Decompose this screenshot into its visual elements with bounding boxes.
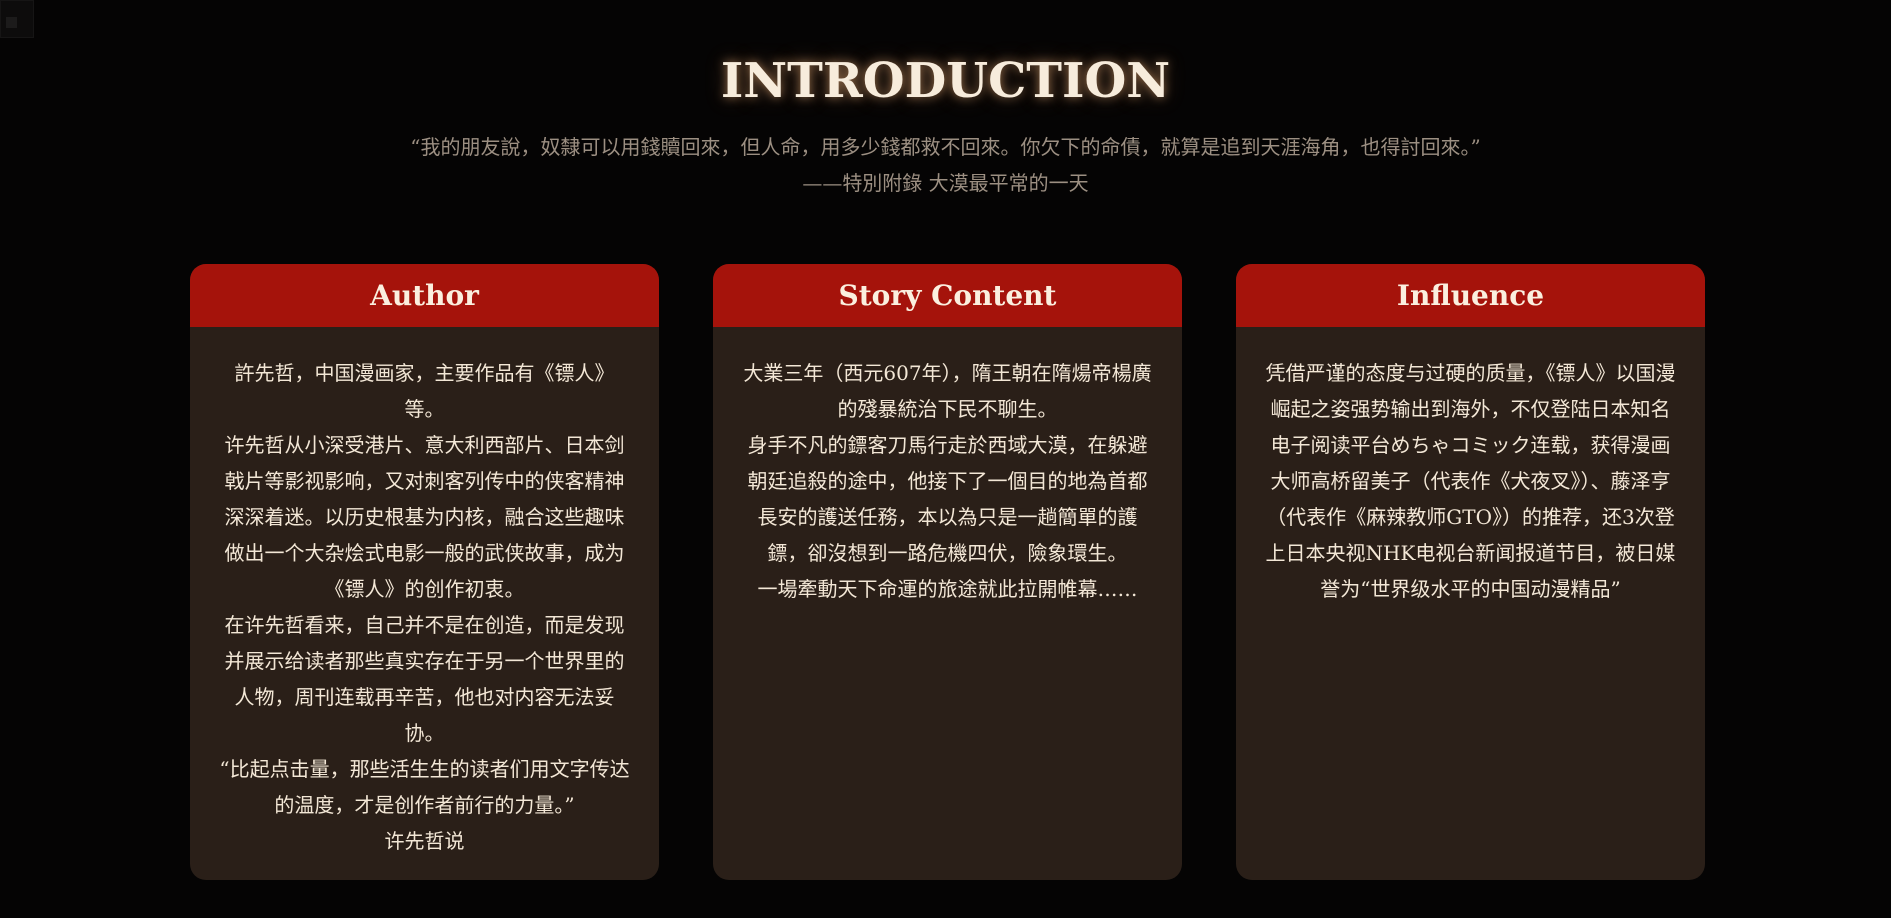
card-paragraph: 身手不凡的鏢客刀馬行走於西域大漠，在躲避朝廷追殺的途中，他接下了一個目的地為首都… [747, 433, 1148, 565]
author-card: Author 許先哲，中国漫画家，主要作品有《镖人》等。 许先哲从小深受港片、意… [190, 264, 659, 880]
card-paragraph: 许先哲从小深受港片、意大利西部片、日本剑戟片等影视影响，又对刺客列传中的侠客精神… [224, 433, 625, 601]
menu-square-icon [6, 17, 17, 28]
card-paragraph: 大業三年（西元607年），隋王朝在隋煬帝楊廣的殘暴統治下民不聊生。 [743, 361, 1152, 421]
card-paragraph: 在许先哲看来，自己并不是在创造，而是发现并展示给读者那些真实存在于另一个世界里的… [224, 613, 625, 745]
card-paragraph: 许先哲说 [384, 829, 465, 853]
menu-toggle-button[interactable] [0, 0, 34, 38]
card-paragraph: 凭借严谨的态度与过硬的质量，《镖人》以国漫崛起之姿强势输出到海外，不仅登陆日本知… [1265, 361, 1676, 601]
influence-card-header: Influence [1236, 264, 1705, 327]
story-content-card-body: 大業三年（西元607年），隋王朝在隋煬帝楊廣的殘暴統治下民不聊生。 身手不凡的鏢… [713, 327, 1182, 607]
author-card-title: Author [370, 279, 479, 312]
influence-card-title: Influence [1396, 279, 1545, 312]
story-content-card-title: Story Content [838, 279, 1057, 312]
author-card-body: 許先哲，中国漫画家，主要作品有《镖人》等。 许先哲从小深受港片、意大利西部片、日… [190, 327, 659, 859]
intro-quote: “我的朋友說，奴隸可以用錢贖回來，但人命，用多少錢都救不回來。你欠下的命債，就算… [410, 135, 1481, 159]
card-paragraph: “比起点击量，那些活生生的读者们用文字传达的温度，才是创作者前行的力量。” [219, 757, 630, 817]
page-title: INTRODUCTION [720, 53, 1171, 109]
intro-quote-source: ——特別附錄 大漠最平常的一天 [802, 171, 1089, 195]
story-content-card-header: Story Content [713, 264, 1182, 327]
influence-card: Influence 凭借严谨的态度与过硬的质量，《镖人》以国漫崛起之姿强势输出到… [1236, 264, 1705, 880]
story-content-card: Story Content 大業三年（西元607年），隋王朝在隋煬帝楊廣的殘暴統… [713, 264, 1182, 880]
author-card-header: Author [190, 264, 659, 327]
influence-card-body: 凭借严谨的态度与过硬的质量，《镖人》以国漫崛起之姿强势输出到海外，不仅登陆日本知… [1236, 327, 1705, 607]
card-paragraph: 許先哲，中国漫画家，主要作品有《镖人》等。 [234, 361, 615, 421]
card-paragraph: 一場牽動天下命運的旅途就此拉開帷幕…… [757, 577, 1138, 601]
